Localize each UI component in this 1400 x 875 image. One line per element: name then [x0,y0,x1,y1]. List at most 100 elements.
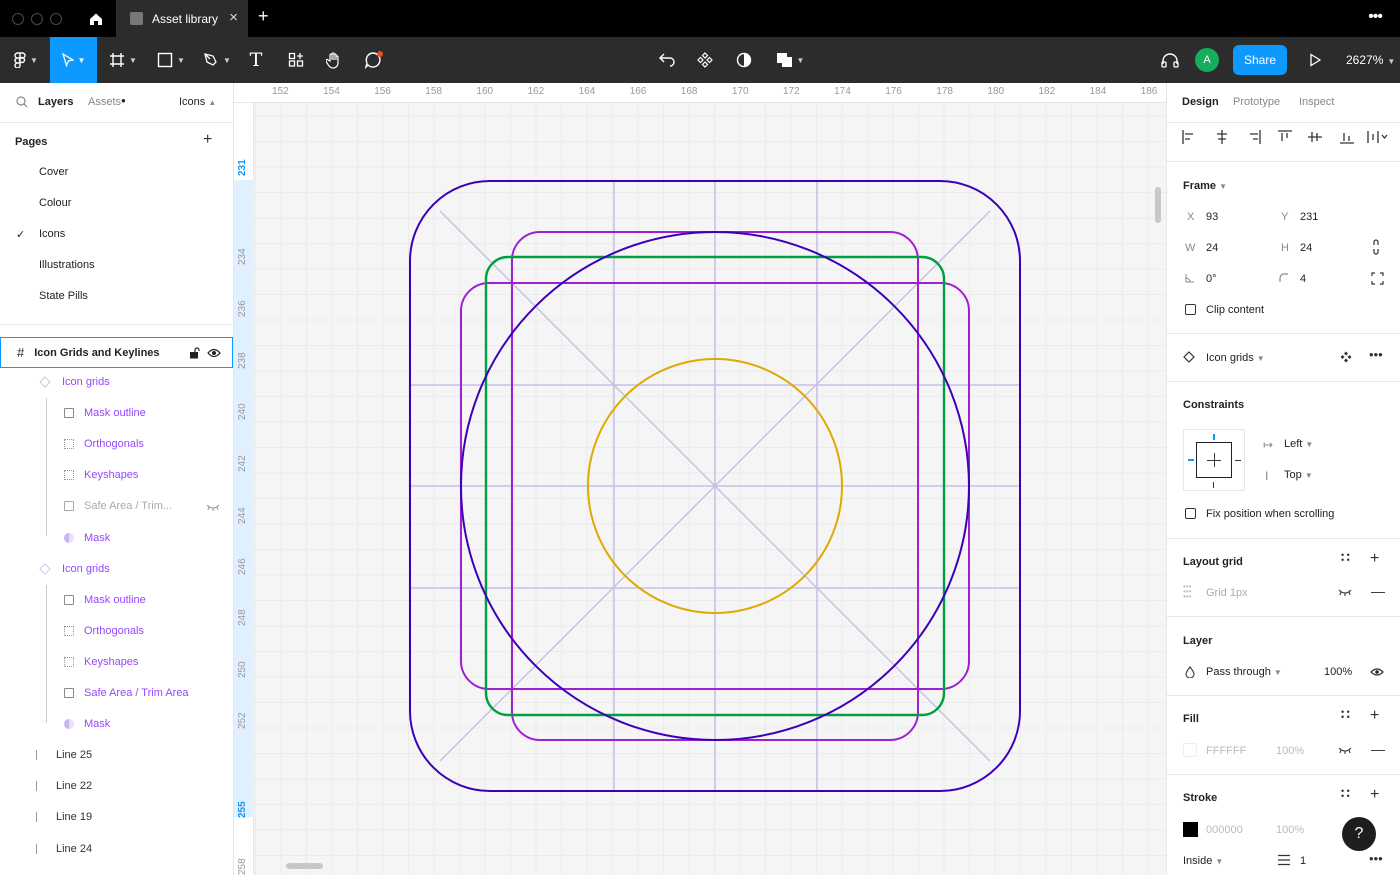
blend-mode-select[interactable]: Pass through ▼ [1206,666,1282,678]
align-horizontal-center-icon[interactable] [1217,130,1227,144]
x-input[interactable]: 93 [1206,211,1218,223]
hand-tool-button[interactable] [320,37,348,83]
page-dropdown[interactable]: Icons ▲ [179,96,216,108]
eye-icon[interactable] [1370,667,1384,677]
window-zoom-control[interactable] [50,13,62,25]
page-item[interactable]: State Pills [39,290,88,302]
help-button[interactable]: ? [1342,817,1376,851]
icon-keyline-grid[interactable] [234,83,1166,875]
layer-row[interactable]: Orthogonals [64,624,233,638]
frame-section-title[interactable]: Frame ▼ [1183,180,1227,192]
window-minimize-control[interactable] [31,13,43,25]
constraint-bottom-handle[interactable] [1213,482,1214,488]
align-vertical-center-icon[interactable] [1308,132,1322,142]
eye-closed-icon[interactable] [1338,588,1352,596]
layout-grid-item[interactable]: Grid 1px [1206,587,1248,599]
home-tab[interactable] [76,0,116,37]
corner-radius-input[interactable]: 4 [1300,273,1306,285]
document-tab[interactable]: Asset library × [116,0,248,37]
fill-hex-input[interactable]: FFFFFF [1206,745,1246,757]
layer-row[interactable]: Line 25 [36,748,233,762]
layer-row[interactable]: Line 19 [36,810,233,824]
move-tool-button[interactable]: ▼ [50,37,97,83]
clip-content-checkbox[interactable] [1185,304,1196,315]
y-input[interactable]: 231 [1300,211,1318,223]
boolean-button[interactable]: ▼ [772,37,808,83]
constraint-right-handle[interactable] [1235,460,1241,461]
horizontal-scrollbar[interactable] [286,863,323,869]
layer-row-frame[interactable]: # Icon Grids and Keylines [0,337,233,368]
add-page-button[interactable]: + [203,131,212,149]
layer-row[interactable]: Mask [64,531,233,545]
constraints-widget[interactable] [1183,429,1245,491]
tab-layers[interactable]: Layers [38,96,73,108]
eye-closed-icon[interactable] [1338,746,1352,754]
align-bottom-icon[interactable] [1340,133,1354,144]
detach-instance-button[interactable] [654,37,680,83]
mask-button[interactable] [733,37,755,83]
grid-styles-icon[interactable]: • • • • [1341,551,1350,565]
fix-position-checkbox[interactable] [1185,508,1196,519]
layer-row[interactable]: Mask [64,717,233,731]
present-button[interactable] [1304,37,1326,83]
constraint-left-handle[interactable] [1188,459,1194,461]
width-input[interactable]: 24 [1206,242,1218,254]
audio-button[interactable] [1158,37,1182,83]
independent-corners-icon[interactable] [1371,272,1384,285]
constrain-proportions-icon[interactable] [1371,239,1381,255]
add-stroke-button[interactable]: + [1370,786,1379,804]
stroke-position-select[interactable]: Inside ▼ [1183,855,1223,867]
go-to-main-component-icon[interactable] [1340,351,1352,363]
layer-row[interactable]: Mask outline [64,593,233,607]
layer-row[interactable]: Line 24 [36,842,233,856]
text-tool-button[interactable]: T [244,37,268,83]
horizontal-constraint-select[interactable]: Left ▼ [1284,438,1313,450]
canvas[interactable]: 152 154 156 158 160 162 164 166 168 170 172 174 176 1… [234,83,1166,875]
layer-row[interactable]: Orthogonals [64,437,233,451]
layer-row[interactable]: Keyshapes [64,468,233,482]
stroke-swatch[interactable] [1183,822,1198,837]
shape-tool-button[interactable]: ▼ [152,37,190,83]
pen-tool-button[interactable]: ▼ [198,37,236,83]
tab-assets[interactable]: Assets● [88,96,126,108]
unlock-icon[interactable] [189,347,200,359]
tab-prototype[interactable]: Prototype [1233,96,1280,108]
distribute-icon[interactable] [1367,131,1388,143]
comment-tool-button[interactable] [360,37,388,83]
remove-layout-grid-button[interactable]: — [1371,583,1385,599]
vertical-scrollbar[interactable] [1155,187,1161,223]
tab-inspect[interactable]: Inspect [1299,96,1334,108]
close-tab-icon[interactable]: × [229,9,238,26]
page-item[interactable]: Icons [39,228,65,240]
fill-swatch[interactable] [1183,743,1197,757]
search-icon[interactable] [16,96,28,108]
page-item[interactable]: Illustrations [39,259,95,271]
component-name[interactable]: Icon grids ▼ [1206,352,1265,364]
stroke-opacity-input[interactable]: 100% [1276,824,1304,836]
align-top-icon[interactable] [1278,130,1292,141]
align-left-icon[interactable] [1182,130,1193,144]
align-right-icon[interactable] [1250,130,1261,144]
share-button[interactable]: Share [1233,45,1287,75]
layer-row[interactable]: Icon grids [39,375,233,389]
add-fill-button[interactable]: + [1370,707,1379,725]
component-more-icon[interactable]: ••• [1369,347,1383,362]
add-layout-grid-button[interactable]: + [1370,550,1379,568]
layer-opacity-input[interactable]: 100% [1324,666,1352,678]
layer-row[interactable]: Keyshapes [64,655,233,669]
vertical-constraint-select[interactable]: Top ▼ [1284,469,1313,481]
stroke-weight-input[interactable]: 1 [1300,855,1306,867]
component-button[interactable] [694,37,716,83]
layer-row[interactable]: Line 22 [36,779,233,793]
fill-opacity-input[interactable]: 100% [1276,745,1304,757]
resources-button[interactable] [282,37,310,83]
stroke-more-icon[interactable]: ••• [1369,851,1383,866]
user-avatar[interactable]: A [1195,48,1219,72]
more-menu-icon[interactable]: ••• [1368,8,1383,26]
constraint-center-v[interactable] [1214,453,1215,467]
fill-styles-icon[interactable]: • • • • [1341,708,1350,722]
stroke-hex-input[interactable]: 000000 [1206,824,1243,836]
height-input[interactable]: 24 [1300,242,1312,254]
tab-design[interactable]: Design [1182,96,1219,108]
page-item[interactable]: Colour [39,197,71,209]
